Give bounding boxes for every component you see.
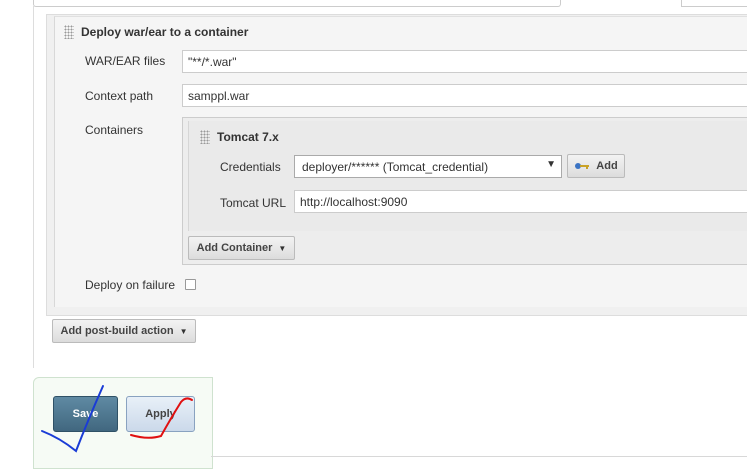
annotation-overlay [41, 385, 193, 453]
blue-check-mark-icon [41, 385, 104, 453]
red-check-mark-icon [130, 397, 193, 439]
